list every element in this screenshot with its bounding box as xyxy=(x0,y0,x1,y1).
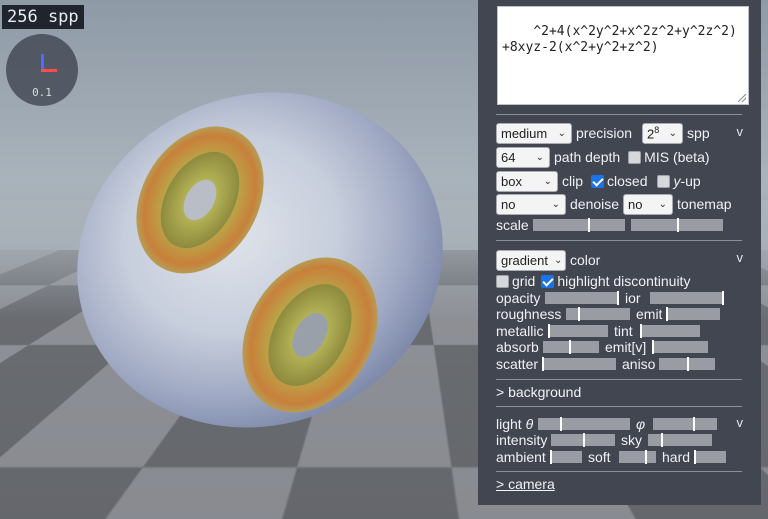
chevron-down-icon: ⌄ xyxy=(551,198,560,210)
slider-thumb[interactable] xyxy=(677,218,679,232)
soft-slider[interactable] xyxy=(619,450,656,464)
color-label: color xyxy=(570,252,601,268)
slider-thumb[interactable] xyxy=(666,307,668,321)
spp-label: spp xyxy=(687,125,710,141)
scale-slider-2[interactable] xyxy=(631,218,723,232)
aniso-slider[interactable] xyxy=(659,357,715,371)
path-depth-select-value: 64 xyxy=(501,149,516,165)
path-depth-label: path depth xyxy=(554,149,621,165)
sky-slider[interactable] xyxy=(648,433,712,447)
soft-label: soft xyxy=(588,449,611,465)
color-mode-select-value: gradient xyxy=(501,252,548,268)
slider-thumb[interactable] xyxy=(588,218,591,232)
chevron-down-icon: ⌄ xyxy=(535,151,544,163)
precision-label: precision xyxy=(576,125,633,141)
chevron-down-icon: ⌄ xyxy=(543,175,552,187)
clip-label: clip xyxy=(562,173,584,189)
formula-text: ^2+4(x^2y^2+x^2z^2+y^2z^2)+8xyz-2(x^2+y^… xyxy=(502,24,737,55)
tonemap-select-value: no xyxy=(628,196,643,212)
slider-thumb[interactable] xyxy=(652,340,654,354)
intensity-slider[interactable] xyxy=(551,433,615,447)
grid-checkbox[interactable] xyxy=(496,274,509,288)
spp-select-value: 28 xyxy=(647,124,660,142)
slider-thumb[interactable] xyxy=(578,307,581,321)
chevron-down-icon: ⌄ xyxy=(553,254,563,266)
precision-select-value: medium xyxy=(501,125,548,141)
ambient-slider[interactable] xyxy=(550,450,582,464)
slider-thumb[interactable] xyxy=(694,450,696,464)
scatter-slider[interactable] xyxy=(542,357,616,371)
formula-textarea[interactable]: ^2+4(x^2y^2+x^2z^2+y^2z^2)+8xyz-2(x^2+y^… xyxy=(497,6,749,105)
x-axis-icon xyxy=(41,69,57,72)
chevron-down-icon: ⌄ xyxy=(668,127,678,139)
slider-thumb[interactable] xyxy=(687,357,689,371)
scale-label: scale xyxy=(496,217,529,233)
divider xyxy=(496,406,742,407)
divider xyxy=(496,379,742,380)
denoise-select[interactable]: no ⌄ xyxy=(496,193,566,215)
roughness-slider[interactable] xyxy=(566,307,630,321)
y-up-label: y-up xyxy=(673,173,701,189)
hard-label: hard xyxy=(662,449,691,465)
mis-label: MIS (beta) xyxy=(644,149,710,165)
slider-thumb[interactable] xyxy=(569,340,572,354)
closed-checkbox[interactable] xyxy=(591,174,605,188)
color-mode-select[interactable]: gradient ⌄ xyxy=(496,249,566,271)
control-panel: ^2+4(x^2y^2+x^2z^2+y^2z^2)+8xyz-2(x^2+y^… xyxy=(478,0,761,505)
aniso-label: aniso xyxy=(622,356,656,372)
clip-select[interactable]: box ⌄ xyxy=(496,170,558,192)
samples-counter: 256 spp xyxy=(2,5,84,29)
lighting-section-toggle[interactable]: v xyxy=(737,415,744,430)
y-up-checkbox[interactable] xyxy=(657,174,671,188)
absorb-slider[interactable] xyxy=(543,340,599,354)
slider-thumb[interactable] xyxy=(721,291,724,305)
emit-slider[interactable] xyxy=(666,307,720,321)
y-axis-icon xyxy=(41,54,44,70)
rendered-surface xyxy=(77,92,443,428)
path-depth-select[interactable]: 64 ⌄ xyxy=(496,146,550,168)
background-section-header[interactable]: > background xyxy=(496,384,581,400)
chevron-down-icon: ⌄ xyxy=(557,127,566,139)
scale-slider[interactable] xyxy=(533,218,625,232)
spp-select[interactable]: 28 ⌄ xyxy=(642,122,684,144)
mis-checkbox[interactable] xyxy=(628,150,642,164)
slider-thumb[interactable] xyxy=(583,433,585,447)
divider xyxy=(496,240,742,241)
resize-grip-icon[interactable] xyxy=(738,94,746,102)
camera-section-header[interactable]: > camera xyxy=(496,476,555,492)
axes-gizmo[interactable]: 0.1 xyxy=(6,34,78,106)
material-section-toggle[interactable]: v xyxy=(737,250,744,265)
hard-slider[interactable] xyxy=(694,450,726,464)
slider-thumb[interactable] xyxy=(644,450,647,464)
highlight-discontinuity-checkbox[interactable] xyxy=(541,274,555,288)
axes-scale-label: 0.1 xyxy=(32,86,52,99)
tonemap-label: tonemap xyxy=(677,196,732,212)
denoise-label: denoise xyxy=(570,196,620,212)
emit-v-slider[interactable] xyxy=(652,340,708,354)
closed-label: closed xyxy=(607,173,648,189)
slider-thumb[interactable] xyxy=(550,450,552,464)
tonemap-select[interactable]: no ⌄ xyxy=(623,193,674,215)
clip-select-value: box xyxy=(501,173,522,189)
slider-thumb[interactable] xyxy=(542,357,544,371)
precision-select[interactable]: medium ⌄ xyxy=(496,122,572,144)
denoise-select-value: no xyxy=(501,196,516,212)
scatter-label: scatter xyxy=(496,356,539,372)
divider xyxy=(496,471,742,472)
chevron-down-icon: ⌄ xyxy=(658,198,668,210)
divider xyxy=(496,114,742,115)
slider-thumb[interactable] xyxy=(660,433,663,447)
render-section-toggle[interactable]: v xyxy=(737,124,744,139)
ambient-label: ambient xyxy=(496,449,546,465)
